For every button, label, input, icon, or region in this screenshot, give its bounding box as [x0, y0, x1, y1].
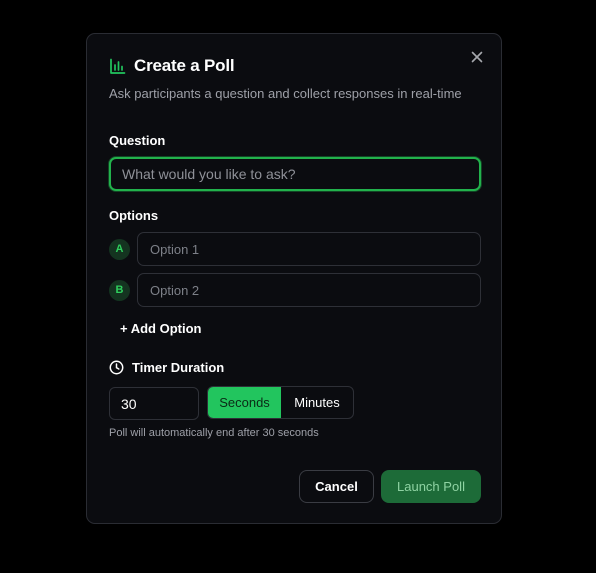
timer-duration-input[interactable] — [109, 387, 199, 420]
option-badge-a: A — [109, 238, 130, 260]
timer-duration-label: Timer Duration — [132, 360, 225, 375]
cancel-button[interactable]: Cancel — [299, 470, 374, 503]
close-icon — [471, 51, 483, 63]
modal-title: Create a Poll — [134, 56, 235, 75]
option-input-1[interactable] — [137, 232, 481, 266]
seconds-toggle-button[interactable]: Seconds — [208, 387, 281, 418]
bar-chart-icon — [110, 58, 126, 74]
option-badge-b: B — [109, 279, 130, 301]
option-input-2[interactable] — [137, 273, 481, 307]
timer-unit-toggle: Seconds Minutes — [207, 386, 354, 419]
minutes-toggle-button[interactable]: Minutes — [281, 387, 353, 418]
add-option-button[interactable]: + Add Option — [120, 321, 201, 336]
option-row-b: B — [109, 273, 481, 307]
modal-header: Create a Poll — [109, 56, 235, 76]
option-row-a: A — [109, 232, 481, 266]
close-button[interactable] — [467, 47, 487, 67]
question-label: Question — [109, 133, 166, 148]
options-label: Options — [109, 208, 159, 223]
create-poll-modal: Create a Poll Ask participants a questio… — [86, 33, 502, 524]
question-input[interactable] — [109, 157, 481, 191]
timer-header: Timer Duration — [109, 360, 224, 375]
modal-subtitle: Ask participants a question and collect … — [109, 86, 462, 101]
launch-poll-button[interactable]: Launch Poll — [381, 470, 481, 503]
clock-icon — [109, 360, 124, 375]
timer-hint: Poll will automatically end after 30 sec… — [109, 427, 319, 439]
